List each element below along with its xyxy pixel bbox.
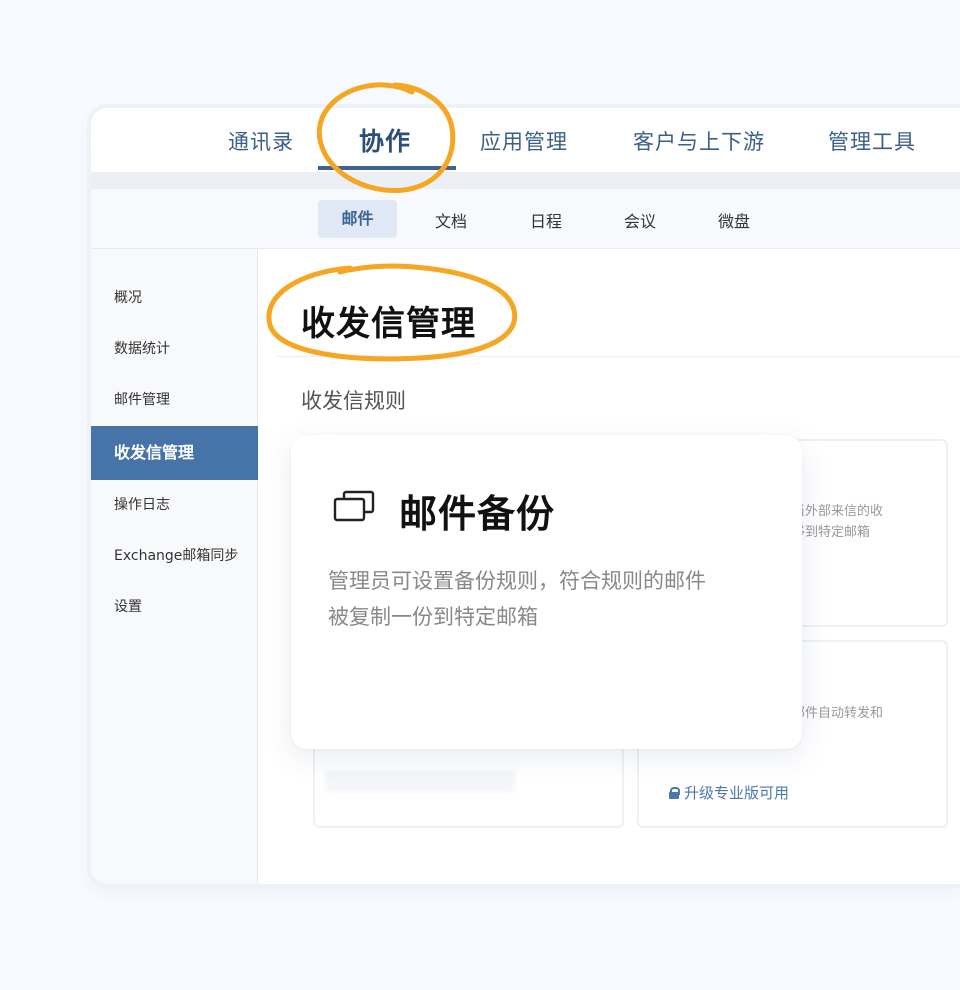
sidebar-item-exchange-sync[interactable]: Exchange邮箱同步 xyxy=(91,529,258,583)
sidebar-item-operation-log[interactable]: 操作日志 xyxy=(91,478,258,532)
sidebar-item-overview[interactable]: 概况 xyxy=(91,271,258,325)
sidebar-item-statistics[interactable]: 数据统计 xyxy=(91,322,258,376)
mail-backup-card[interactable]: 邮件备份 管理员可设置备份规则，符合规则的邮件 被复制一份到特定邮箱 xyxy=(291,435,802,749)
card-title: 邮件备份 xyxy=(399,492,556,536)
title-divider xyxy=(276,356,960,357)
blurred-text xyxy=(325,770,515,792)
tab-contacts[interactable]: 通讯录 xyxy=(228,126,294,156)
upgrade-link[interactable]: 升级专业版可用 xyxy=(669,782,789,803)
lock-icon xyxy=(669,787,680,799)
copy-icon xyxy=(333,490,375,522)
card-desc: 管理员可设置备份规则，符合规则的邮件 被复制一份到特定邮箱 xyxy=(328,563,706,635)
subtab-drive[interactable]: 微盘 xyxy=(718,208,750,232)
sub-nav: 邮件 文档 日程 会议 微盘 xyxy=(91,189,960,249)
subtab-mail[interactable]: 邮件 xyxy=(318,200,397,238)
upgrade-label: 升级专业版可用 xyxy=(684,784,790,802)
tab-collaboration[interactable]: 协作 xyxy=(359,122,411,158)
subtab-meeting[interactable]: 会议 xyxy=(624,208,656,232)
sidebar-item-mail-management[interactable]: 邮件管理 xyxy=(91,373,258,427)
sidebar: 概况 数据统计 邮件管理 收发信管理 操作日志 Exchange邮箱同步 设置 xyxy=(91,249,258,884)
subtab-docs[interactable]: 文档 xyxy=(435,208,467,232)
subtab-calendar[interactable]: 日程 xyxy=(530,208,562,232)
tab-app-management[interactable]: 应用管理 xyxy=(480,126,568,156)
section-title: 收发信规则 xyxy=(301,389,406,413)
tab-customers-partners[interactable]: 客户与上下游 xyxy=(633,126,765,156)
card-desc-line: 被复制一份到特定邮箱 xyxy=(328,605,538,629)
sidebar-item-settings[interactable]: 设置 xyxy=(91,580,258,634)
nav-separator xyxy=(91,172,960,189)
card-desc-line: 管理员可设置备份规则，符合规则的邮件 xyxy=(328,569,706,593)
active-tab-underline xyxy=(318,166,456,170)
sidebar-item-send-receive[interactable]: 收发信管理 xyxy=(91,426,258,480)
top-nav: 通讯录 协作 应用管理 客户与上下游 管理工具 xyxy=(91,108,960,172)
tab-management-tools[interactable]: 管理工具 xyxy=(828,126,916,156)
page-title: 收发信管理 xyxy=(301,304,476,344)
